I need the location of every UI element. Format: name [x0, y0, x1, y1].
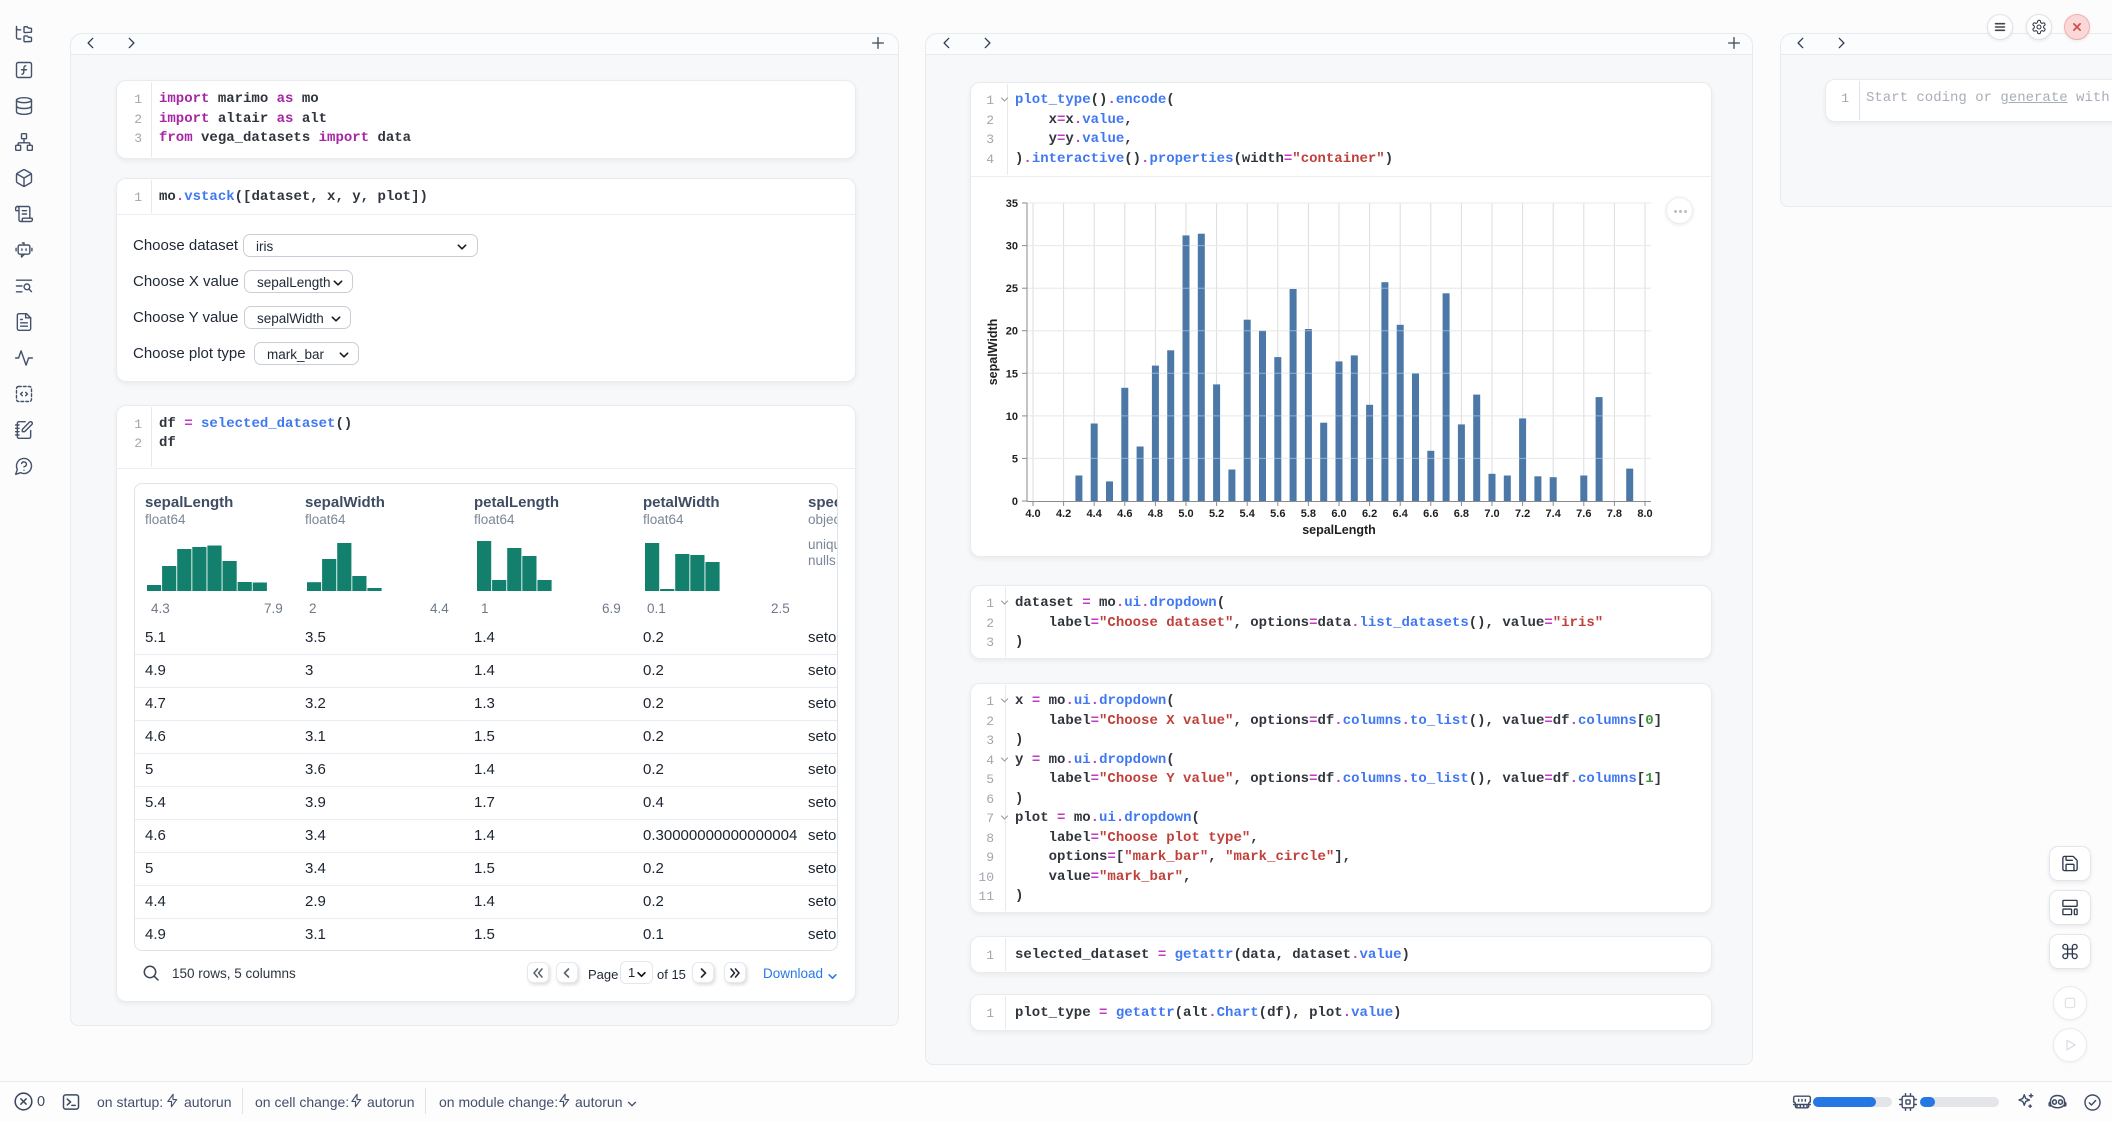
svg-text:7.6: 7.6	[1576, 508, 1591, 520]
svg-text:10: 10	[1006, 411, 1018, 423]
svg-text:4.4: 4.4	[1087, 508, 1103, 520]
svg-text:6.6: 6.6	[1423, 508, 1438, 520]
svg-text:6.2: 6.2	[1362, 508, 1377, 520]
svg-text:7.2: 7.2	[1515, 508, 1530, 520]
svg-text:sepalWidth: sepalWidth	[986, 319, 1000, 386]
svg-text:8.0: 8.0	[1637, 508, 1652, 520]
svg-text:4.2: 4.2	[1056, 508, 1071, 520]
svg-text:30: 30	[1006, 241, 1018, 253]
svg-text:6.4: 6.4	[1393, 508, 1409, 520]
svg-text:7.0: 7.0	[1484, 508, 1499, 520]
svg-text:7.4: 7.4	[1546, 508, 1562, 520]
svg-text:4.0: 4.0	[1025, 508, 1040, 520]
svg-text:5.4: 5.4	[1240, 508, 1256, 520]
svg-text:7.8: 7.8	[1607, 508, 1622, 520]
svg-text:4.6: 4.6	[1117, 508, 1132, 520]
svg-text:25: 25	[1006, 283, 1018, 295]
svg-text:5.8: 5.8	[1301, 508, 1316, 520]
svg-text:5.2: 5.2	[1209, 508, 1224, 520]
svg-text:20: 20	[1006, 326, 1018, 338]
svg-text:15: 15	[1006, 368, 1018, 380]
svg-text:35: 35	[1006, 198, 1018, 210]
svg-text:6.8: 6.8	[1454, 508, 1469, 520]
svg-text:5.0: 5.0	[1178, 508, 1193, 520]
svg-text:5.6: 5.6	[1270, 508, 1285, 520]
svg-text:0: 0	[1012, 496, 1018, 508]
svg-text:sepalLength: sepalLength	[1302, 523, 1376, 537]
svg-text:5: 5	[1012, 453, 1018, 465]
svg-text:4.8: 4.8	[1148, 508, 1163, 520]
svg-text:6.0: 6.0	[1331, 508, 1346, 520]
